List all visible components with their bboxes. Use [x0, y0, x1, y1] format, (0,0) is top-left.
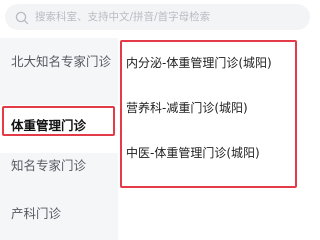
sidebar-item-weight-management[interactable]: 体重管理门诊	[0, 105, 118, 153]
sidebar-item-famous-expert[interactable]: 知名专家门诊	[0, 156, 118, 175]
sidebar-item-label: 北大知名专家门诊	[11, 54, 112, 69]
clinic-list: 内分泌-体重管理门诊(城阳) 营养科-减重门诊(城阳) 中医-体重管理门诊(城阳…	[120, 40, 297, 188]
search-bar[interactable]	[5, 4, 310, 30]
clinic-item-endocrine-weight[interactable]: 内分泌-体重管理门诊(城阳)	[126, 54, 272, 71]
clinic-item-nutrition-weight-loss[interactable]: 营养科-减重门诊(城阳)	[126, 99, 248, 116]
department-sidebar: 北大知名专家门诊 体重管理门诊 知名专家门诊 产科门诊	[0, 38, 118, 240]
clinic-item-tcm-weight[interactable]: 中医-体重管理门诊(城阳)	[126, 144, 260, 161]
sidebar-item-label: 体重管理门诊	[11, 117, 87, 133]
sidebar-item-beida-expert[interactable]: 北大知名专家门诊	[0, 52, 118, 71]
sidebar-item-label: 产科门诊	[11, 206, 62, 221]
search-icon	[15, 10, 29, 25]
sidebar-item-obstetrics[interactable]: 产科门诊	[0, 204, 118, 223]
department-picker-page: 北大知名专家门诊 体重管理门诊 知名专家门诊 产科门诊 内分泌-体重管理门诊(城…	[0, 0, 320, 240]
search-input[interactable]	[35, 11, 305, 23]
sidebar-item-label: 知名专家门诊	[11, 158, 87, 173]
